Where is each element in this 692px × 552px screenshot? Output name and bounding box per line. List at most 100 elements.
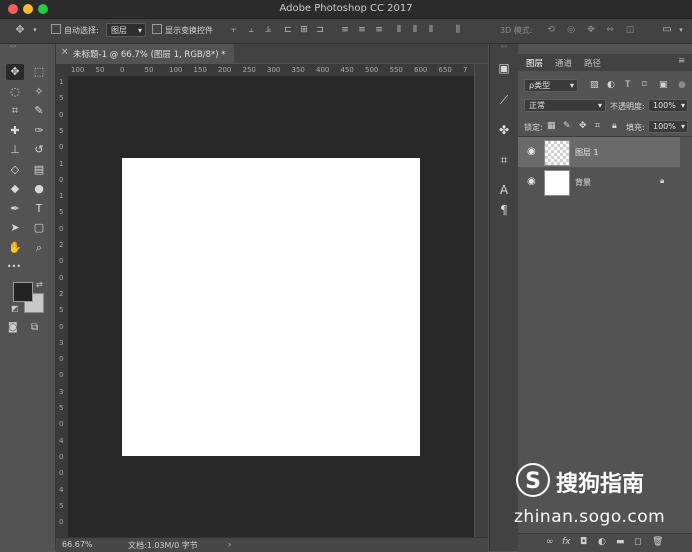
opacity-field[interactable]: 100% ▾: [648, 99, 688, 112]
filter-smart-object-icon[interactable]: ▣: [659, 80, 668, 90]
tool-presets-icon[interactable]: ✤: [496, 122, 512, 138]
align-left-icon[interactable]: ⊏: [283, 25, 293, 35]
move-tool-preset-icon[interactable]: ✥: [15, 24, 25, 35]
checkbox-box[interactable]: [152, 24, 162, 34]
type-tool-icon[interactable]: T: [30, 201, 48, 217]
distribute-top-icon[interactable]: ≡: [340, 25, 350, 35]
distribute-vcenter-icon[interactable]: ≡: [357, 25, 367, 35]
clone-stamp-tool-icon[interactable]: ⊥: [6, 142, 24, 158]
filter-shape-icon[interactable]: ⌑: [642, 80, 647, 90]
pen-tool-icon[interactable]: ✒: [6, 201, 24, 217]
rectangle-tool-icon[interactable]: ▢: [30, 220, 48, 236]
delete-layer-icon[interactable]: 🗑︎: [652, 537, 663, 547]
lock-artboard-icon[interactable]: ⌗: [595, 121, 600, 131]
add-mask-icon[interactable]: ◘: [580, 537, 587, 547]
chevron-down-icon[interactable]: ▾: [676, 25, 686, 35]
dodge-tool-icon[interactable]: ●: [30, 181, 48, 197]
swap-colors-icon[interactable]: ⇄: [36, 280, 43, 289]
crop-tool-icon[interactable]: ⌗: [6, 103, 24, 119]
layer-name[interactable]: 背景: [575, 177, 591, 188]
lock-image-icon[interactable]: ✎: [563, 121, 571, 131]
layer-row-background[interactable]: ◉ 背景 🔒︎: [518, 167, 680, 197]
expand-panels-icon[interactable]: ««: [496, 44, 512, 50]
hand-tool-icon[interactable]: ✋: [6, 240, 24, 256]
fx-icon[interactable]: fx: [562, 537, 571, 547]
new-group-icon[interactable]: ▬: [616, 537, 625, 547]
path-selection-tool-icon[interactable]: ➤: [6, 220, 24, 236]
libraries-icon[interactable]: ▣: [496, 60, 512, 76]
align-bottom-icon[interactable]: ⫡: [263, 25, 273, 35]
tab-channels[interactable]: 通道: [555, 57, 572, 69]
collapse-toolbar-icon[interactable]: ««: [4, 44, 22, 50]
character-icon[interactable]: A: [496, 182, 512, 198]
tab-layers[interactable]: 图层: [526, 57, 543, 69]
foreground-color-swatch[interactable]: [13, 282, 33, 302]
blur-tool-icon[interactable]: ◆: [6, 181, 24, 197]
rotate-3d-icon[interactable]: ⟲: [546, 25, 556, 35]
default-colors-icon[interactable]: ◩: [11, 304, 19, 313]
align-right-icon[interactable]: ⊐: [315, 25, 325, 35]
vertical-scrollbar[interactable]: [475, 64, 488, 537]
visibility-eye-icon[interactable]: ◉: [527, 146, 536, 157]
lock-position-icon[interactable]: ✥: [579, 121, 587, 131]
horizontal-ruler[interactable]: 100 50 0 50 100 150 200 250 300 350 400 450 500 550 60…: [69, 64, 474, 77]
lock-all-icon[interactable]: 🔒︎: [612, 121, 617, 131]
distribute-right-icon[interactable]: ⦀: [426, 25, 436, 35]
eyedropper-tool-icon[interactable]: ✎: [30, 103, 48, 119]
align-hcenter-icon[interactable]: ⊞: [299, 25, 309, 35]
curves-icon[interactable]: ⟋: [496, 92, 512, 108]
brush-tool-icon[interactable]: ✑: [30, 123, 48, 139]
align-top-icon[interactable]: ⫟: [229, 25, 239, 35]
fill-field[interactable]: 100% ▾: [648, 120, 688, 133]
distribute-bottom-icon[interactable]: ≡: [374, 25, 384, 35]
show-transform-controls-checkbox[interactable]: 显示变换控件: [152, 24, 213, 37]
distribute-left-icon[interactable]: ⦀: [394, 25, 404, 35]
marquee-tool-icon[interactable]: ⬚: [30, 64, 48, 80]
lasso-tool-icon[interactable]: ◌: [6, 84, 24, 100]
layer-name[interactable]: 图层 1: [575, 147, 599, 158]
move-tool-icon[interactable]: ✥: [6, 64, 24, 80]
healing-brush-tool-icon[interactable]: ✚: [6, 123, 24, 139]
filter-type-icon[interactable]: T: [625, 80, 631, 90]
visibility-eye-icon[interactable]: ◉: [527, 176, 536, 187]
status-menu-arrow[interactable]: ›: [228, 540, 231, 549]
history-brush-tool-icon[interactable]: ↺: [30, 142, 48, 158]
crop-panel-icon[interactable]: ⌗: [496, 152, 512, 168]
screen-mode-icon[interactable]: ⧉: [31, 322, 38, 333]
eraser-tool-icon[interactable]: ◇: [6, 162, 24, 178]
filter-pixel-icon[interactable]: ▨: [590, 80, 599, 90]
filter-adjustment-icon[interactable]: ◐: [607, 80, 615, 90]
align-vcenter-icon[interactable]: ⫠: [246, 25, 256, 35]
document-canvas[interactable]: [122, 158, 420, 456]
slide-3d-icon[interactable]: ⇔: [605, 25, 615, 35]
panel-menu-icon[interactable]: ≡: [678, 56, 685, 66]
magic-wand-tool-icon[interactable]: ✧: [30, 84, 48, 100]
scale-3d-icon[interactable]: ◫: [625, 25, 635, 35]
tab-paths[interactable]: 路径: [584, 57, 601, 69]
distribute-hcenter-icon[interactable]: ⦀: [410, 25, 420, 35]
chevron-down-icon[interactable]: ▾: [30, 25, 40, 35]
filter-toggle-icon[interactable]: ●: [678, 80, 686, 90]
roll-3d-icon[interactable]: ◎: [566, 25, 576, 35]
workspace-icon[interactable]: ▭: [662, 25, 672, 35]
link-layers-icon[interactable]: ∞: [546, 537, 554, 547]
quick-mask-icon[interactable]: ◙: [8, 322, 18, 333]
drag-3d-icon[interactable]: ✥: [586, 25, 596, 35]
zoom-tool-icon[interactable]: ⌕: [30, 240, 48, 256]
document-tab[interactable]: × 未标题-1 @ 66.7% (图层 1, RGB/8*) *: [56, 44, 234, 63]
layer-filter-kind-dropdown[interactable]: ρ类型 ▾: [524, 79, 578, 92]
auto-align-icon[interactable]: ⫼: [453, 25, 463, 35]
close-document-icon[interactable]: ×: [61, 47, 69, 57]
more-tools-icon[interactable]: •••: [5, 259, 23, 275]
zoom-level[interactable]: 66.67%: [62, 540, 93, 549]
new-layer-icon[interactable]: ◻: [634, 537, 641, 547]
auto-select-target-dropdown[interactable]: 图层 ▾: [106, 23, 146, 37]
checkbox-box[interactable]: [51, 24, 61, 34]
blend-mode-dropdown[interactable]: 正常 ▾: [524, 99, 606, 112]
paragraph-icon[interactable]: ¶: [496, 202, 512, 218]
gradient-tool-icon[interactable]: ▤: [30, 162, 48, 178]
vertical-ruler[interactable]: 1 5 0 5 0 1 0 1 5 0 2 0 0 2 5 0 3 0 0 3 5 0 4 0 0 4 5 0: [56, 76, 69, 537]
lock-transparent-icon[interactable]: ▦: [547, 121, 556, 131]
adjustment-layer-icon[interactable]: ◐: [598, 537, 606, 547]
auto-select-checkbox[interactable]: 自动选择:: [51, 24, 99, 37]
